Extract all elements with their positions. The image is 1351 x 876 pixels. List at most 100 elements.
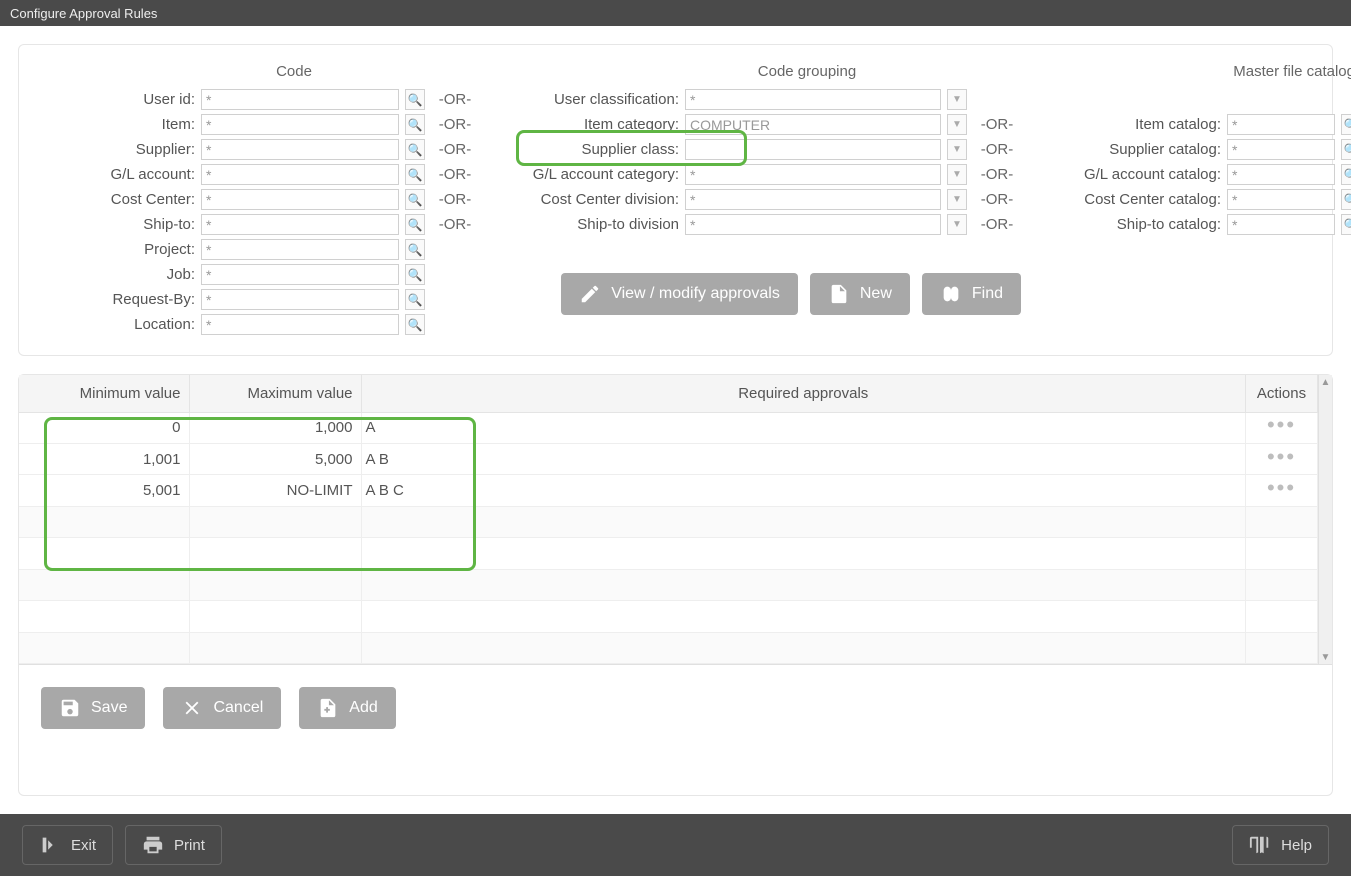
user-id-label: User id: bbox=[45, 91, 195, 108]
user-id-input[interactable] bbox=[201, 89, 399, 110]
actions-cell[interactable]: ••• bbox=[1246, 475, 1318, 506]
table-row[interactable]: 01,000A••• bbox=[19, 412, 1318, 443]
search-icon[interactable]: 🔍 bbox=[405, 164, 425, 185]
req-cell: A B C bbox=[361, 475, 1246, 506]
more-icon[interactable]: ••• bbox=[1267, 412, 1296, 437]
glcat-label: G/L account category: bbox=[509, 166, 679, 183]
actions-cell[interactable]: ••• bbox=[1246, 443, 1318, 474]
table-container: Minimum value Maximum value Required app… bbox=[19, 375, 1332, 665]
act-header[interactable]: Actions bbox=[1246, 375, 1318, 412]
view-label: View / modify approvals bbox=[611, 285, 780, 303]
job-input[interactable] bbox=[201, 264, 399, 285]
itemcat-input[interactable] bbox=[685, 114, 941, 135]
view-modify-button[interactable]: View / modify approvals bbox=[561, 273, 798, 315]
min-header[interactable]: Minimum value bbox=[19, 375, 189, 412]
help-label: Help bbox=[1281, 837, 1312, 854]
save-icon bbox=[59, 697, 81, 719]
table-row[interactable]: 1,0015,000A B••• bbox=[19, 443, 1318, 474]
search-icon[interactable]: 🔍 bbox=[405, 289, 425, 310]
new-button[interactable]: New bbox=[810, 273, 910, 315]
userclass-input[interactable] bbox=[685, 89, 941, 110]
gl-input[interactable] bbox=[201, 164, 399, 185]
search-icon[interactable]: 🔍 bbox=[405, 239, 425, 260]
more-icon[interactable]: ••• bbox=[1267, 475, 1296, 500]
search-icon[interactable]: 🔍 bbox=[1341, 214, 1351, 235]
catalog-column: Master file catalog Item catalog:🔍 Suppl… bbox=[1051, 63, 1351, 337]
shipto-label: Ship-to: bbox=[45, 216, 195, 233]
ccdiv-input[interactable] bbox=[685, 189, 941, 210]
search-icon[interactable]: 🔍 bbox=[1341, 189, 1351, 210]
help-button[interactable]: Help bbox=[1232, 825, 1329, 865]
search-icon[interactable]: 🔍 bbox=[405, 314, 425, 335]
cancel-button[interactable]: Cancel bbox=[163, 687, 281, 729]
print-button[interactable]: Print bbox=[125, 825, 222, 865]
glcatalog-label: G/L account catalog: bbox=[1051, 166, 1221, 183]
userclass-label: User classification: bbox=[509, 91, 679, 108]
save-button[interactable]: Save bbox=[41, 687, 145, 729]
search-icon[interactable]: 🔍 bbox=[405, 89, 425, 110]
suppliercatalog-input[interactable] bbox=[1227, 139, 1335, 160]
or-text: -OR- bbox=[973, 141, 1021, 158]
job-label: Job: bbox=[45, 266, 195, 283]
shipcatalog-input[interactable] bbox=[1227, 214, 1335, 235]
project-input[interactable] bbox=[201, 239, 399, 260]
chevron-down-icon[interactable]: ▼ bbox=[947, 164, 967, 185]
search-icon[interactable]: 🔍 bbox=[405, 114, 425, 135]
location-label: Location: bbox=[45, 316, 195, 333]
supplier-input[interactable] bbox=[201, 139, 399, 160]
scroll-down-icon[interactable]: ▼ bbox=[1319, 650, 1332, 664]
suppliercatalog-label: Supplier catalog: bbox=[1051, 141, 1221, 158]
find-button[interactable]: Find bbox=[922, 273, 1021, 315]
search-icon[interactable]: 🔍 bbox=[405, 139, 425, 160]
supplier-label: Supplier: bbox=[45, 141, 195, 158]
chevron-down-icon[interactable]: ▼ bbox=[947, 214, 967, 235]
shipcatalog-label: Ship-to catalog: bbox=[1051, 216, 1221, 233]
action-buttons: View / modify approvals New Find bbox=[509, 273, 1021, 315]
search-icon[interactable]: 🔍 bbox=[405, 189, 425, 210]
glcatalog-input[interactable] bbox=[1227, 164, 1335, 185]
glcat-input[interactable] bbox=[685, 164, 941, 185]
search-icon[interactable]: 🔍 bbox=[1341, 114, 1351, 135]
chevron-down-icon[interactable]: ▼ bbox=[947, 189, 967, 210]
max-header[interactable]: Maximum value bbox=[189, 375, 361, 412]
table-panel: Minimum value Maximum value Required app… bbox=[18, 374, 1333, 796]
supplierclass-input[interactable] bbox=[685, 139, 941, 160]
shipdiv-input[interactable] bbox=[685, 214, 941, 235]
search-icon[interactable]: 🔍 bbox=[1341, 164, 1351, 185]
max-cell: NO-LIMIT bbox=[189, 475, 361, 506]
exit-button[interactable]: Exit bbox=[22, 825, 113, 865]
shipto-input[interactable] bbox=[201, 214, 399, 235]
scroll-up-icon[interactable]: ▲ bbox=[1319, 375, 1332, 389]
grouping-header: Code grouping bbox=[679, 63, 935, 87]
more-icon[interactable]: ••• bbox=[1267, 444, 1296, 469]
cc-label: Cost Center: bbox=[45, 191, 195, 208]
search-icon[interactable]: 🔍 bbox=[405, 214, 425, 235]
titlebar: Configure Approval Rules bbox=[0, 0, 1351, 26]
actions-cell[interactable]: ••• bbox=[1246, 412, 1318, 443]
new-label: New bbox=[860, 285, 892, 303]
search-icon[interactable]: 🔍 bbox=[405, 264, 425, 285]
min-cell: 5,001 bbox=[19, 475, 189, 506]
filter-panel: Code User id:🔍-OR- Item:🔍-OR- Supplier:🔍… bbox=[18, 44, 1333, 356]
table-row[interactable]: 5,001NO-LIMITA B C ••• bbox=[19, 475, 1318, 506]
requestby-input[interactable] bbox=[201, 289, 399, 310]
cccatalog-input[interactable] bbox=[1227, 189, 1335, 210]
or-text: -OR- bbox=[431, 91, 479, 108]
chevron-down-icon[interactable]: ▼ bbox=[947, 89, 967, 110]
item-input[interactable] bbox=[201, 114, 399, 135]
print-label: Print bbox=[174, 837, 205, 854]
chevron-down-icon[interactable]: ▼ bbox=[947, 139, 967, 160]
exit-icon bbox=[39, 834, 61, 856]
min-cell: 0 bbox=[19, 412, 189, 443]
search-icon[interactable]: 🔍 bbox=[1341, 139, 1351, 160]
or-text: -OR- bbox=[431, 166, 479, 183]
table-row-empty bbox=[19, 569, 1318, 600]
chevron-down-icon[interactable]: ▼ bbox=[947, 114, 967, 135]
scrollbar[interactable]: ▲ ▼ bbox=[1318, 375, 1332, 664]
req-cell: A B bbox=[361, 443, 1246, 474]
cc-input[interactable] bbox=[201, 189, 399, 210]
add-button[interactable]: Add bbox=[299, 687, 395, 729]
itemcatalog-input[interactable] bbox=[1227, 114, 1335, 135]
location-input[interactable] bbox=[201, 314, 399, 335]
req-header[interactable]: Required approvals bbox=[361, 375, 1246, 412]
